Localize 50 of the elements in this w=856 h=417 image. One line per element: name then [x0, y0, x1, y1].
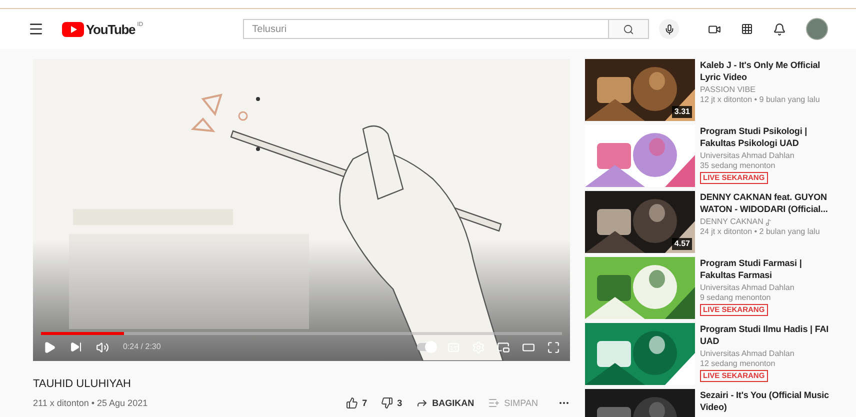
duration-badge: 3.31: [672, 106, 692, 118]
search-button[interactable]: [609, 19, 650, 39]
video-meta: 24 jt x ditonton • 2 bulan yang lalu: [700, 227, 821, 237]
menu-icon[interactable]: [28, 21, 44, 37]
microphone-icon[interactable]: [659, 19, 680, 39]
video-meta: 9 sedang menonton: [700, 293, 772, 303]
recommended-video[interactable]: 3.31 Kaleb J - It's Only Me Official Lyric Video PASSION VIBE 12 jt x ditonton • 9 bulan yang lalu: [585, 59, 850, 121]
music-note-icon: [765, 218, 772, 226]
fullscreen-button[interactable]: [547, 340, 560, 354]
avatar[interactable]: [806, 18, 828, 40]
video-title: Kaleb J - It's Only Me Official Lyric Video: [700, 59, 822, 83]
like-button[interactable]: 7: [346, 396, 368, 410]
video-title: TAUHID ULUHIYAH: [33, 377, 132, 392]
channel-name: Universitas Ahmad Dahlan: [700, 349, 794, 359]
video-meta: 12 sedang menonton: [700, 359, 776, 369]
video-title: Program Studi Farmasi | Fakultas Farmasi: [700, 257, 803, 281]
video-title: Program Studi Psikologi | Fakultas Psikologi UAD: [700, 125, 808, 149]
search-field[interactable]: Telusuri: [243, 19, 610, 39]
video-title: Program Studi Ilmu Hadis | FAI UAD: [700, 323, 830, 347]
add-to-list-icon: [488, 397, 500, 410]
recommended-video[interactable]: Sezairi - It's You (Official Music Video): [585, 389, 850, 417]
logo-icon: [62, 22, 84, 36]
video-title: DENNY CAKNAN feat. GUYON WATON - WIDODARI (Official...: [700, 191, 829, 215]
time-display: 0:24 / 2:30: [123, 341, 161, 353]
share-button[interactable]: BAGIKAN: [416, 396, 474, 410]
video-title: Sezairi - It's You (Official Music Video): [700, 389, 830, 413]
search-icon: [623, 24, 634, 34]
channel-name: Universitas Ahmad Dahlan: [700, 283, 794, 293]
create-video-icon[interactable]: [708, 22, 721, 36]
play-button[interactable]: [43, 340, 56, 354]
miniplayer-button[interactable]: [497, 340, 510, 354]
apps-grid-icon[interactable]: [741, 23, 753, 35]
channel-name: DENNY CAKNAN: [700, 217, 764, 227]
share-arrow-icon: [416, 397, 428, 410]
theater-mode-button[interactable]: [522, 340, 535, 354]
dislike-button[interactable]: 3: [381, 396, 402, 410]
notifications-icon[interactable]: [773, 22, 786, 36]
thumbs-up-icon: [346, 397, 358, 410]
logo-text: YouTube: [86, 22, 136, 36]
duration-badge: 4.57: [672, 238, 692, 250]
video-meta: 12 jt x ditonton • 9 bulan yang lalu: [700, 95, 821, 105]
thumbs-down-icon: [381, 397, 394, 410]
autoplay-toggle[interactable]: [417, 343, 435, 351]
next-button[interactable]: [70, 341, 82, 353]
volume-button[interactable]: [96, 340, 109, 354]
channel-name: Universitas Ahmad Dahlan: [700, 151, 794, 161]
video-meta: 35 sedang menonton: [700, 161, 776, 171]
video-meta: 211 x ditonton • 25 Agu 2021: [33, 396, 148, 410]
channel-name: PASSION VIBE: [700, 85, 756, 95]
recommended-video[interactable]: 4.57 DENNY CAKNAN feat. GUYON WATON - WIDODARI (Official... DENNY CAKNAN 24 jt x ditonton • 2 bulan yang lalu: [585, 191, 850, 253]
